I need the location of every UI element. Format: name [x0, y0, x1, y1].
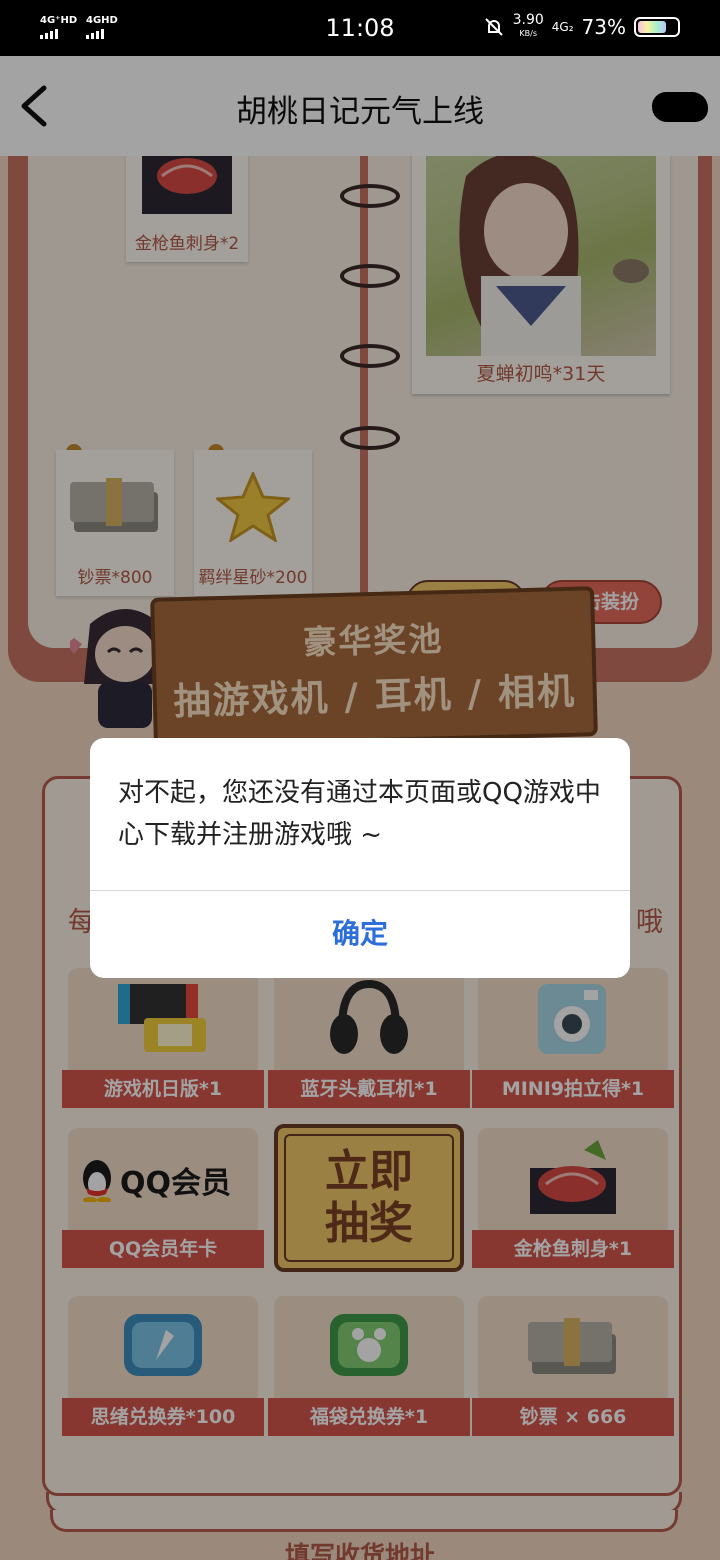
status-bar: 4G⁺HD 4GHD 11:08 3.90 KB/s 4G₂ 73%	[0, 0, 720, 56]
network-speed: 3.90 KB/s	[512, 12, 544, 40]
battery-percent: 73%	[581, 15, 626, 39]
speed-unit: KB/s	[519, 29, 538, 38]
dialog-message: 对不起，您还没有通过本页面或QQ游戏中心下载并注册游戏哦 ~	[118, 778, 601, 850]
alarm-off-icon	[484, 18, 503, 36]
alert-dialog: 对不起，您还没有通过本页面或QQ游戏中心下载并注册游戏哦 ~ 确定	[90, 738, 630, 978]
speed-value: 3.90	[512, 12, 544, 28]
battery-icon	[634, 17, 680, 37]
mobile-data-icon: 4G₂	[551, 20, 574, 34]
confirm-button[interactable]: 确定	[90, 890, 630, 978]
